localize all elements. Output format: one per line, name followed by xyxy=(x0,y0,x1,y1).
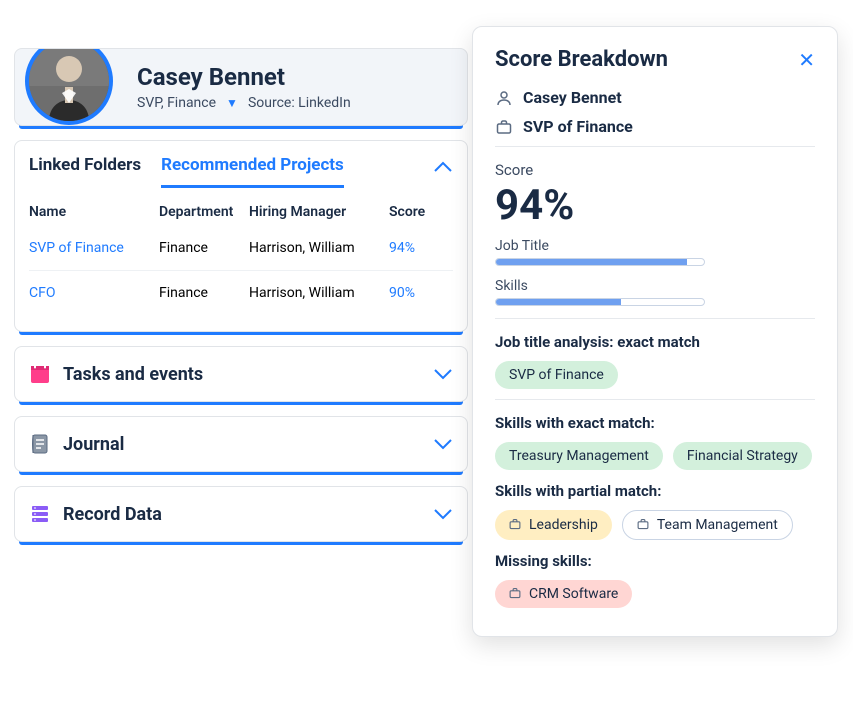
job-title-progress-fill xyxy=(496,259,687,265)
person-title: SVP, Finance xyxy=(137,95,216,111)
missing-skill-chip: CRM Software xyxy=(495,580,632,608)
journal-icon xyxy=(29,433,51,455)
col-name: Name xyxy=(29,204,159,220)
tab-linked-folders[interactable]: Linked Folders xyxy=(29,155,141,188)
collapse-chevron-up-icon[interactable] xyxy=(433,160,453,184)
job-title-analysis-heading: Job title analysis: exact match xyxy=(495,333,815,351)
project-manager: Harrison, William xyxy=(249,240,389,256)
tab-recommended-projects[interactable]: Recommended Projects xyxy=(161,155,344,188)
record-data-title: Record Data xyxy=(63,504,162,525)
chevron-down-icon[interactable] xyxy=(433,367,453,381)
missing-skills-heading: Missing skills: xyxy=(495,552,815,570)
col-manager: Hiring Manager xyxy=(249,204,389,220)
partial-skills-heading: Skills with partial match: xyxy=(495,482,815,500)
profile-header: Casey Bennet SVP, Finance ▼ Source: Link… xyxy=(14,48,468,126)
skills-progress xyxy=(495,298,705,306)
exact-skill-chip: Financial Strategy xyxy=(673,442,812,470)
tasks-title: Tasks and events xyxy=(63,364,203,385)
tasks-section-header[interactable]: Tasks and events xyxy=(14,346,468,402)
project-department: Finance xyxy=(159,285,249,301)
tasks-icon xyxy=(29,363,51,385)
table-row: SVP of Finance Finance Harrison, William… xyxy=(29,226,453,271)
partial-skill-chip: Leadership xyxy=(495,510,612,540)
source-label: Source: LinkedIn xyxy=(248,95,351,111)
chip-label: CRM Software xyxy=(529,586,618,602)
divider xyxy=(495,399,815,400)
job-title-match-chip: SVP of Finance xyxy=(495,361,618,389)
divider xyxy=(495,318,815,319)
breakdown-name: Casey Bennet xyxy=(523,88,622,107)
close-icon[interactable]: ✕ xyxy=(798,48,815,72)
breakdown-role: SVP of Finance xyxy=(523,117,633,136)
divider xyxy=(495,146,815,147)
project-score-link[interactable]: 90% xyxy=(389,285,449,301)
project-name-link[interactable]: SVP of Finance xyxy=(29,240,159,256)
partial-skill-chip: Team Management xyxy=(622,510,793,540)
score-breakdown-panel: Score Breakdown ✕ Casey Bennet SVP of Fi… xyxy=(472,26,838,637)
col-department: Department xyxy=(159,204,249,220)
skills-progress-fill xyxy=(496,299,621,305)
chip-label: Leadership xyxy=(529,517,598,533)
record-data-icon xyxy=(29,503,51,525)
score-value: 94% xyxy=(495,181,815,230)
project-department: Finance xyxy=(159,240,249,256)
projects-card: Linked Folders Recommended Projects Name… xyxy=(14,140,468,332)
record-data-section-header[interactable]: Record Data xyxy=(14,486,468,542)
chevron-down-icon[interactable] xyxy=(433,437,453,451)
col-score: Score xyxy=(389,204,449,220)
project-manager: Harrison, William xyxy=(249,285,389,301)
chip-label: Team Management xyxy=(657,517,778,533)
briefcase-icon xyxy=(509,587,523,601)
briefcase-icon xyxy=(509,518,523,532)
person-name: Casey Bennet xyxy=(137,63,351,91)
chevron-down-icon[interactable] xyxy=(433,507,453,521)
avatar[interactable] xyxy=(25,48,113,125)
score-label: Score xyxy=(495,161,815,179)
job-title-label: Job Title xyxy=(495,238,815,254)
project-name-link[interactable]: CFO xyxy=(29,285,159,301)
table-row: CFO Finance Harrison, William 90% xyxy=(29,271,453,315)
exact-skills-heading: Skills with exact match: xyxy=(495,414,815,432)
exact-skill-chip: Treasury Management xyxy=(495,442,663,470)
skills-label: Skills xyxy=(495,278,815,294)
journal-title: Journal xyxy=(63,434,124,455)
project-score-link[interactable]: 94% xyxy=(389,240,449,256)
briefcase-icon xyxy=(495,118,513,136)
journal-section-header[interactable]: Journal xyxy=(14,416,468,472)
title-dropdown-caret-icon[interactable]: ▼ xyxy=(226,96,238,110)
avatar-image xyxy=(29,48,109,121)
breakdown-title: Score Breakdown xyxy=(495,47,668,72)
person-icon xyxy=(495,89,513,107)
job-title-progress xyxy=(495,258,705,266)
briefcase-icon xyxy=(637,518,651,532)
